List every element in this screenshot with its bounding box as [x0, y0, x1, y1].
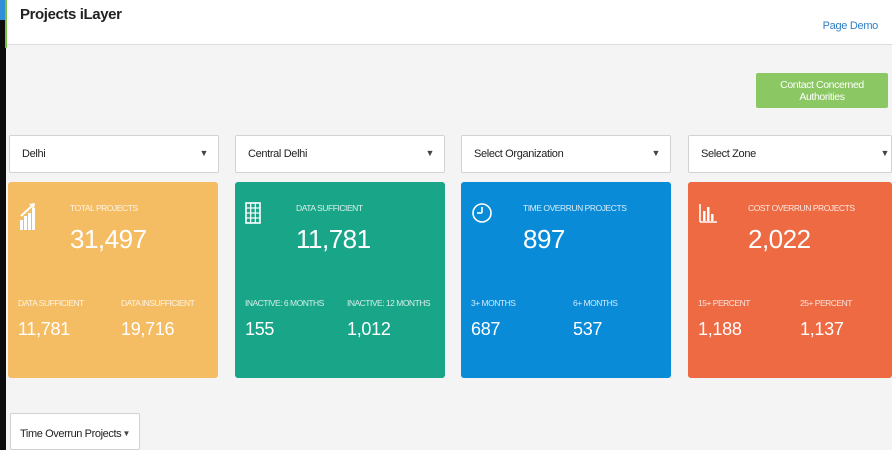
bar-chart-icon — [698, 202, 720, 230]
data-sufficient-label: DATA SUFFICIENT — [18, 298, 84, 308]
total-projects-card[interactable]: TOTAL PROJECTS 31,497 DATA SUFFICIENT 11… — [8, 182, 218, 378]
page-demo-link[interactable]: Page Demo — [823, 20, 879, 32]
contact-authorities-button[interactable]: Contact Concerned Authorities — [756, 73, 888, 108]
three-plus-months-label: 3+ MONTHS — [471, 298, 516, 308]
three-plus-months-value: 687 — [471, 319, 501, 339]
inactive-12-months-value: 1,012 — [347, 319, 391, 339]
fifteen-plus-percent-value: 1,188 — [698, 319, 742, 339]
inactive-6-months-label: INACTIVE: 6 MONTHS — [245, 298, 324, 308]
clock-icon — [471, 202, 493, 230]
organization-select[interactable]: Select Organization ▼ — [461, 135, 671, 173]
cost-overrun-value: 2,022 — [748, 224, 811, 254]
left-edge-bar — [0, 0, 6, 450]
cost-overrun-card[interactable]: COST OVERRUN PROJECTS 2,022 15+ PERCENT … — [688, 182, 892, 378]
data-sufficient-main-label: DATA SUFFICIENT — [296, 203, 363, 213]
total-projects-label: TOTAL PROJECTS — [70, 203, 138, 213]
inactive-12-months-label: INACTIVE: 12 MONTHS — [347, 298, 431, 308]
time-overrun-label: TIME OVERRUN PROJECTS — [523, 203, 627, 213]
district-select-value: Central Delhi — [248, 148, 308, 160]
top-header: Projects iLayer Page Demo — [7, 0, 892, 45]
caret-down-icon: ▼ — [199, 148, 208, 158]
twenty-five-plus-percent-label: 25+ PERCENT — [800, 298, 852, 308]
six-plus-months-label: 6+ MONTHS — [573, 298, 618, 308]
chart-view-select-value: Time Overrun Projects — [20, 428, 122, 440]
fifteen-plus-percent-label: 15+ PERCENT — [698, 298, 750, 308]
organization-select-value: Select Organization — [474, 148, 564, 160]
caret-down-icon: ▼ — [651, 148, 660, 158]
twenty-five-plus-percent-value: 1,137 — [800, 319, 844, 339]
cost-overrun-label: COST OVERRUN PROJECTS — [748, 203, 855, 213]
data-insufficient-value: 19,716 — [121, 319, 175, 339]
page-title: Projects iLayer — [20, 6, 122, 23]
caret-down-icon: ▼ — [880, 148, 889, 158]
six-plus-months-value: 537 — [573, 319, 603, 339]
state-select[interactable]: Delhi ▼ — [9, 135, 219, 173]
total-projects-value: 31,497 — [70, 224, 147, 254]
data-insufficient-label: DATA INSUFFICIENT — [121, 298, 195, 308]
caret-down-icon: ▼ — [122, 429, 130, 438]
zone-select-value: Select Zone — [701, 148, 756, 160]
district-select[interactable]: Central Delhi ▼ — [235, 135, 445, 173]
data-sufficient-value: 11,781 — [18, 319, 70, 339]
caret-down-icon: ▼ — [425, 148, 434, 158]
inactive-6-months-value: 155 — [245, 319, 275, 339]
data-sufficient-card[interactable]: DATA SUFFICIENT 11,781 INACTIVE: 6 MONTH… — [235, 182, 445, 378]
data-sufficient-main-value: 11,781 — [296, 224, 371, 254]
time-overrun-card[interactable]: TIME OVERRUN PROJECTS 897 3+ MONTHS 687 … — [461, 182, 671, 378]
state-select-value: Delhi — [22, 148, 46, 160]
zone-select[interactable]: Select Zone ▼ — [688, 135, 892, 173]
time-overrun-value: 897 — [523, 224, 565, 254]
growth-chart-icon — [18, 202, 40, 230]
grid-icon — [245, 202, 267, 230]
chart-view-select[interactable]: Time Overrun Projects ▼ — [10, 413, 140, 450]
